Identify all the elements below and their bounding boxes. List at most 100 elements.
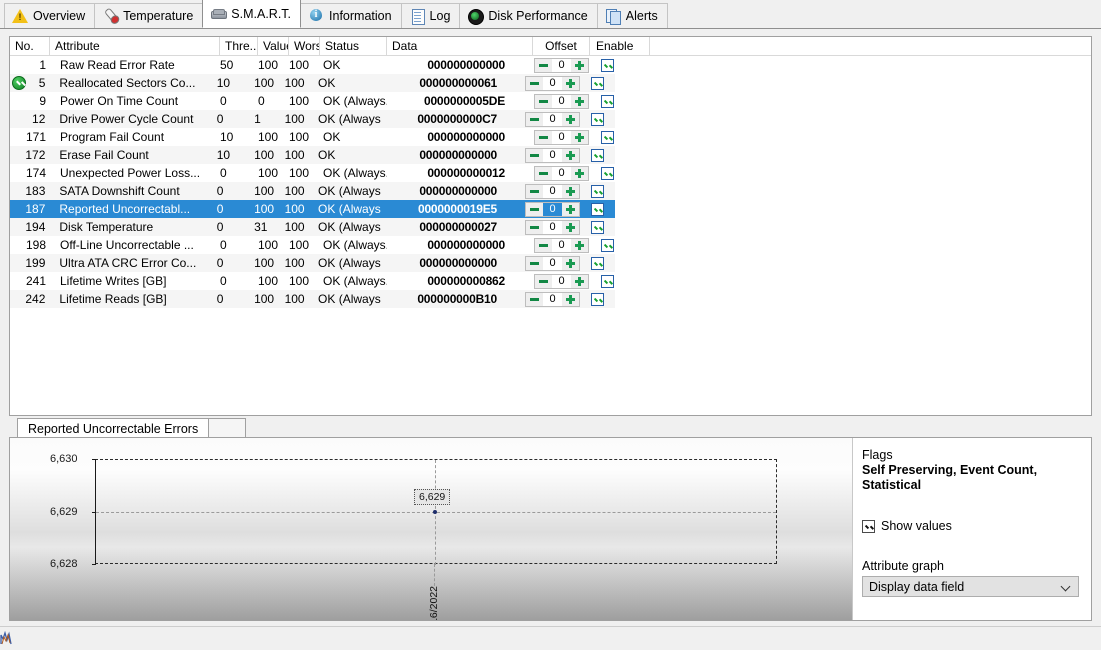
column-header-no[interactable]: No. (10, 37, 50, 55)
offset-increment-icon[interactable] (571, 274, 588, 288)
table-row[interactable]: 5 Reallocated Sectors Co... 10 100 100 OK 0000… (10, 74, 615, 92)
offset-decrement-icon[interactable] (526, 76, 544, 90)
table-row[interactable]: 1 Raw Read Error Rate 50 100 100 OK 0000000000… (10, 56, 1091, 74)
column-header-value[interactable]: Value (258, 37, 289, 55)
enable-checkbox[interactable] (591, 112, 605, 126)
offset-decrement-icon[interactable] (535, 58, 552, 72)
enable-checkbox[interactable] (591, 256, 605, 270)
tab-overview[interactable]: Overview (4, 3, 96, 28)
table-row[interactable]: 12 Drive Power Cycle Count 0 1 100 OK (Always… (10, 110, 615, 128)
offset-increment-icon[interactable] (571, 58, 588, 72)
tab-temperature[interactable]: Temperature (94, 3, 204, 28)
table-row[interactable]: 174 Unexpected Power Loss... 0 100 100 OK (Al… (10, 164, 1091, 182)
column-header-offset[interactable]: Offset (533, 37, 590, 55)
offset-decrement-icon[interactable] (535, 238, 552, 252)
tab-information[interactable]: Information (300, 3, 402, 28)
offset-decrement-icon[interactable] (526, 220, 544, 234)
offset-stepper[interactable]: 0 (534, 237, 589, 253)
offset-value[interactable]: 0 (543, 76, 563, 90)
tab-disk-performance[interactable]: Disk Performance (459, 3, 598, 28)
column-header-status[interactable]: Status (320, 37, 387, 55)
table-row[interactable]: 198 Off-Line Uncorrectable ... 0 100 100 OK (… (10, 236, 1091, 254)
enable-checkbox[interactable] (591, 184, 605, 198)
enable-checkbox[interactable] (601, 274, 614, 288)
offset-value[interactable]: 0 (552, 130, 571, 144)
enable-checkbox[interactable] (591, 292, 605, 306)
offset-stepper[interactable]: 0 (525, 219, 581, 235)
offset-decrement-icon[interactable] (535, 130, 552, 144)
offset-decrement-icon[interactable] (535, 274, 552, 288)
enable-checkbox[interactable] (591, 148, 605, 162)
offset-value[interactable]: 0 (552, 58, 571, 72)
attribute-graph-select[interactable]: Display data field (862, 576, 1079, 597)
offset-decrement-icon[interactable] (535, 166, 552, 180)
offset-value[interactable]: 0 (552, 238, 571, 252)
table-row[interactable]: 241 Lifetime Writes [GB] 0 100 100 OK (Always… (10, 272, 1091, 290)
offset-stepper[interactable]: 0 (534, 57, 589, 73)
offset-increment-icon[interactable] (562, 184, 580, 198)
enable-checkbox[interactable] (601, 94, 614, 108)
tab-log[interactable]: Log (400, 3, 461, 28)
offset-value[interactable]: 0 (543, 202, 563, 216)
table-row[interactable]: 242 Lifetime Reads [GB] 0 100 100 OK (Always.… (10, 290, 615, 308)
offset-stepper[interactable]: 0 (525, 201, 581, 217)
offset-increment-icon[interactable] (562, 148, 580, 162)
offset-decrement-icon[interactable] (526, 202, 544, 216)
table-row[interactable]: 171 Program Fail Count 10 100 100 OK 000000000… (10, 128, 1091, 146)
offset-increment-icon[interactable] (562, 292, 580, 306)
table-row[interactable]: 9Power On Time Count00100OK (Always...00… (10, 92, 1091, 110)
offset-stepper[interactable]: 0 (534, 93, 589, 109)
offset-value[interactable]: 0 (543, 292, 563, 306)
offset-decrement-icon[interactable] (535, 94, 552, 108)
offset-decrement-icon[interactable] (526, 112, 544, 126)
show-values-checkbox[interactable]: Show values (862, 519, 1079, 533)
offset-stepper[interactable]: 0 (525, 255, 581, 271)
offset-increment-icon[interactable] (562, 220, 580, 234)
table-row[interactable]: 183 SATA Downshift Count 0 100 100 OK (Always… (10, 182, 615, 200)
offset-stepper[interactable]: 0 (534, 165, 589, 181)
offset-stepper[interactable]: 0 (534, 273, 589, 289)
attribute-chart[interactable]: 6,630 6,629 6,628 6,629 8/16/2022 (10, 438, 852, 620)
tab-alerts[interactable]: Alerts (596, 3, 668, 28)
enable-checkbox[interactable] (601, 166, 614, 180)
table-row[interactable]: 194Disk Temperature031100OK (Always...00… (10, 218, 615, 236)
offset-value[interactable]: 0 (552, 166, 571, 180)
offset-increment-icon[interactable] (571, 130, 588, 144)
offset-increment-icon[interactable] (562, 112, 580, 126)
enable-checkbox[interactable] (591, 202, 605, 216)
offset-increment-icon[interactable] (571, 166, 588, 180)
table-row[interactable]: 199 Ultra ATA CRC Error Co... 0 100 100 OK (A… (10, 254, 615, 272)
tab-reported-uncorrectable-errors[interactable]: Reported Uncorrectable Errors (17, 418, 210, 438)
offset-increment-icon[interactable] (571, 238, 588, 252)
offset-value[interactable]: 0 (543, 256, 563, 270)
column-header-worst[interactable]: Worst (289, 37, 320, 55)
offset-increment-icon[interactable] (571, 94, 588, 108)
offset-decrement-icon[interactable] (526, 292, 544, 306)
enable-checkbox[interactable] (591, 220, 605, 234)
offset-stepper[interactable]: 0 (525, 291, 581, 307)
offset-stepper[interactable]: 0 (525, 75, 581, 91)
enable-checkbox[interactable] (601, 130, 614, 144)
offset-value[interactable]: 0 (543, 220, 563, 234)
offset-value[interactable]: 0 (552, 274, 571, 288)
offset-value[interactable]: 0 (543, 184, 563, 198)
column-header-data[interactable]: Data (387, 37, 533, 55)
column-header-enable[interactable]: Enable (590, 37, 650, 55)
offset-stepper[interactable]: 0 (534, 129, 589, 145)
data-point[interactable] (433, 510, 437, 514)
offset-decrement-icon[interactable] (526, 184, 544, 198)
offset-increment-icon[interactable] (562, 256, 580, 270)
offset-stepper[interactable]: 0 (525, 183, 581, 199)
enable-checkbox[interactable] (601, 238, 614, 252)
column-header-attribute[interactable]: Attribute (50, 37, 220, 55)
offset-decrement-icon[interactable] (526, 148, 544, 162)
offset-increment-icon[interactable] (562, 202, 580, 216)
offset-increment-icon[interactable] (562, 76, 580, 90)
table-row[interactable]: 172 Erase Fail Count 10 100 100 OK 00000000000… (10, 146, 615, 164)
table-row[interactable]: 187 Reported Uncorrectabl... 0 100 100 OK (Al… (10, 200, 615, 218)
offset-decrement-icon[interactable] (526, 256, 544, 270)
offset-value[interactable]: 0 (543, 148, 563, 162)
offset-value[interactable]: 0 (552, 94, 571, 108)
offset-stepper[interactable]: 0 (525, 111, 581, 127)
enable-checkbox[interactable] (591, 76, 605, 90)
